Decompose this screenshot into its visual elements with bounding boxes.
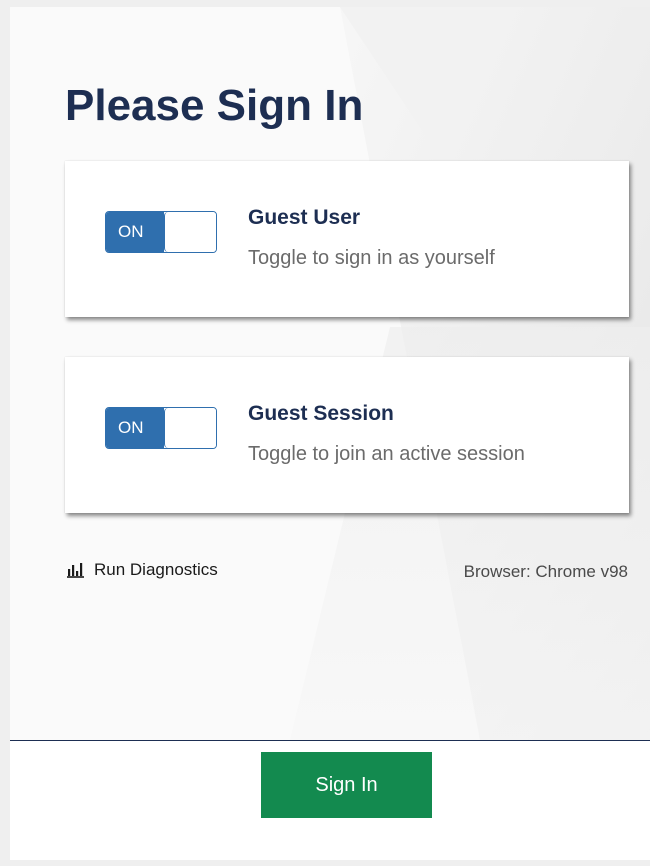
card-subtitle: Toggle to sign in as yourself	[248, 247, 495, 269]
sign-in-panel: Please Sign In ON Guest User Toggle to s…	[10, 7, 650, 860]
card-title: Guest User	[248, 206, 361, 229]
guest-session-toggle[interactable]: ON	[105, 407, 217, 449]
toggle-knob	[164, 408, 216, 448]
guest-user-card: ON Guest User Toggle to sign in as yours…	[65, 161, 629, 317]
toggle-on-label: ON	[106, 408, 164, 448]
toggle-on-label: ON	[106, 212, 164, 252]
guest-session-card: ON Guest Session Toggle to join an activ…	[65, 357, 629, 513]
run-diagnostics-link[interactable]: Run Diagnostics	[67, 560, 218, 580]
toggle-knob	[164, 212, 216, 252]
browser-info: Browser: Chrome v98	[463, 562, 628, 581]
sign-in-button[interactable]: Sign In	[261, 752, 432, 818]
bar-chart-icon	[67, 563, 84, 578]
page-title: Please Sign In	[65, 81, 364, 130]
card-title: Guest Session	[248, 402, 394, 425]
card-subtitle: Toggle to join an active session	[248, 443, 525, 465]
guest-user-toggle[interactable]: ON	[105, 211, 217, 253]
run-diagnostics-label: Run Diagnostics	[94, 560, 218, 579]
